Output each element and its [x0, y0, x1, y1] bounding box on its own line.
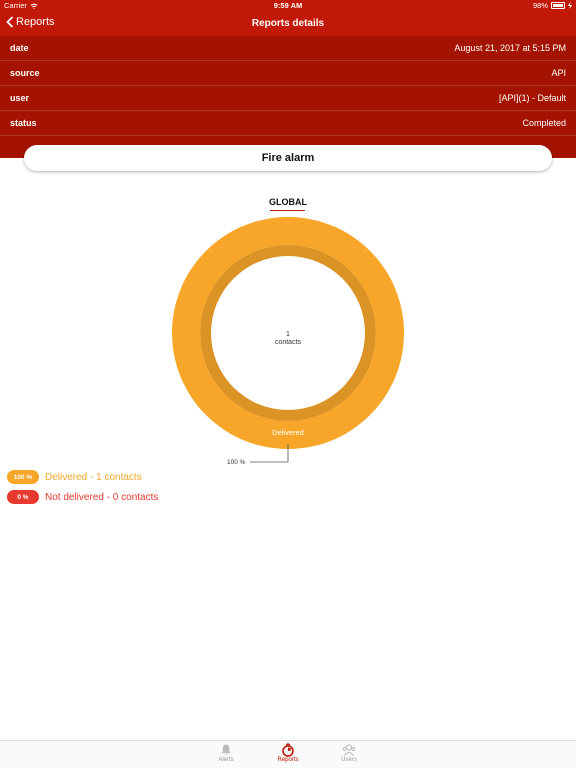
detail-value: API: [551, 68, 566, 78]
tab-global-label: GLOBAL: [269, 197, 307, 207]
detail-value: August 21, 2017 at 5:15 PM: [454, 43, 566, 53]
chart-center-unit: contacts: [275, 339, 302, 346]
chart-center-value: 1: [286, 331, 290, 338]
bell-icon: [221, 744, 231, 756]
nav-bar: Reports Reports details: [0, 12, 576, 36]
tab-alerts[interactable]: Alerts: [206, 743, 246, 763]
tab-bar: Alerts Reports Users: [0, 740, 576, 768]
chart-slice-label: Delivered: [272, 428, 304, 437]
legend-badge: 0 %: [7, 490, 39, 504]
report-details: date August 21, 2017 at 5:15 PM source A…: [0, 36, 576, 158]
status-bar: Carrier 9:59 AM 98%: [0, 0, 576, 12]
chart-callout-label: 100 %: [227, 459, 246, 466]
detail-key: user: [10, 93, 30, 103]
detail-row-user: user [API](1) - Default: [0, 86, 576, 111]
chart-legend: 100 % Delivered - 1 contacts 0 % Not del…: [7, 468, 158, 508]
tab-global[interactable]: GLOBAL: [0, 197, 576, 207]
battery-icon: [551, 2, 565, 9]
page-title: Reports details: [251, 18, 325, 29]
charging-icon: [568, 2, 572, 9]
tab-reports[interactable]: Reports: [268, 743, 308, 763]
donut-chart: 1 contacts Delivered 100 %: [171, 216, 404, 466]
tab-underline: [270, 210, 305, 211]
detail-value: [API](1) - Default: [498, 93, 566, 103]
tab-label: Reports: [277, 757, 299, 763]
reports-icon: [282, 743, 294, 757]
battery-label: 98%: [532, 1, 548, 10]
users-icon: [342, 744, 356, 756]
legend-item-not-delivered: 0 % Not delivered - 0 contacts: [7, 488, 158, 506]
status-time: 9:59 AM: [273, 1, 303, 10]
legend-text: Delivered - 1 contacts: [45, 471, 142, 483]
detail-key: source: [10, 68, 40, 78]
tab-label: Users: [341, 757, 357, 763]
detail-value: Completed: [522, 118, 566, 128]
detail-row-status: status Completed: [0, 111, 576, 136]
legend-text: Not delivered - 0 contacts: [45, 491, 159, 503]
tab-label: Alerts: [218, 757, 234, 763]
legend-badge: 100 %: [7, 470, 39, 484]
detail-key: date: [10, 43, 29, 53]
detail-row-source: source API: [0, 61, 576, 86]
status-right: 98%: [533, 1, 572, 10]
detail-key: status: [10, 118, 37, 128]
report-title: Fire alarm: [24, 145, 552, 171]
tab-users[interactable]: Users: [329, 743, 369, 763]
detail-row-date: date August 21, 2017 at 5:15 PM: [0, 36, 576, 61]
legend-item-delivered: 100 % Delivered - 1 contacts: [7, 468, 158, 486]
